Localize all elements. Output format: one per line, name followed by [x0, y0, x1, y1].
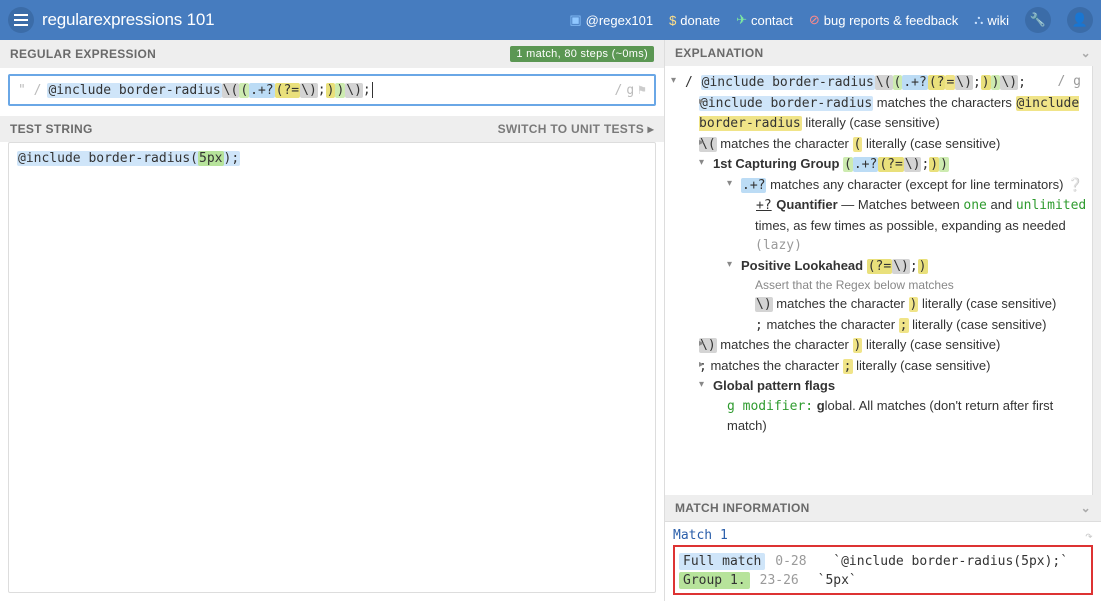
wrench-icon: 🔧	[1030, 12, 1046, 28]
hamburger-icon	[14, 14, 28, 26]
wiki-icon: ⛬	[974, 12, 983, 28]
expl-capture-group[interactable]: 1st Capturing Group (.+?(?=\);)) .+? mat…	[699, 154, 1093, 335]
expl-line: @include border-radius matches the chara…	[699, 93, 1093, 134]
user-icon: 👤	[1072, 12, 1088, 28]
dollar-icon: $	[669, 13, 676, 28]
bug-icon: ⊘	[809, 12, 820, 28]
switch-unit-tests[interactable]: SWITCH TO UNIT TESTS ▸	[498, 122, 654, 136]
menu-button[interactable]	[8, 7, 34, 33]
regex-flags[interactable]: g	[626, 83, 634, 98]
match-row: Group 1. 23-26 `5px`	[679, 572, 1087, 589]
match-results: Full match 0-28 `@include border-radius(…	[673, 545, 1093, 595]
user-button[interactable]: 👤	[1067, 7, 1093, 33]
link-twitter[interactable]: ▣@regex101	[569, 12, 653, 28]
expl-line: \) matches the character ) literally (ca…	[699, 335, 1093, 356]
expl-global-flags[interactable]: Global pattern flags g modifier: global.…	[699, 376, 1093, 436]
twitter-icon: ▣	[569, 12, 581, 28]
expl-lookahead[interactable]: Positive Lookahead (?=\);) Assert that t…	[727, 256, 1093, 336]
teststring-header: TEST STRING	[10, 122, 93, 136]
expl-line: \( matches the character ( literally (ca…	[699, 134, 1093, 155]
matchinfo-header: MATCH INFORMATION	[675, 501, 810, 515]
regex-delim: " /	[18, 83, 41, 98]
expl-dot[interactable]: .+? matches any character (except for li…	[727, 175, 1093, 256]
link-contact[interactable]: ✈contact	[736, 12, 793, 28]
caret-icon	[372, 82, 373, 98]
link-donate[interactable]: $donate	[669, 13, 720, 28]
help-icon[interactable]: ❔	[1067, 177, 1083, 192]
chevron-down-icon[interactable]: ⌄	[1081, 501, 1091, 515]
regex-flags-delim: /	[615, 83, 623, 98]
chevron-down-icon[interactable]: ⌄	[1081, 46, 1091, 60]
match-status: 1 match, 80 steps (~0ms)	[510, 46, 654, 62]
expl-line: ; matches the character ; literally (cas…	[699, 356, 1093, 377]
logo: regularexpressions 101	[42, 10, 214, 30]
explanation-header: EXPLANATION	[675, 46, 763, 60]
link-wiki[interactable]: ⛬wiki	[974, 12, 1009, 28]
link-bugs[interactable]: ⊘bug reports & feedback	[809, 12, 958, 28]
flag-icon[interactable]: ⚑	[638, 83, 646, 98]
match-title: Match 1	[673, 528, 1093, 543]
tools-button[interactable]: 🔧	[1025, 7, 1051, 33]
regex-input[interactable]: " / @include border-radius\((.+?(?=\);))…	[8, 74, 656, 106]
test-string-input[interactable]: @include border-radius(5px);	[8, 142, 656, 593]
share-icon[interactable]: ↷	[1085, 529, 1093, 544]
regex-header: REGULAR EXPRESSION	[10, 47, 156, 61]
match-row: Full match 0-28 `@include border-radius(…	[679, 553, 1087, 570]
expl-root[interactable]: / @include border-radius\((.+?(?=\);))\)…	[671, 72, 1093, 436]
send-icon: ✈	[736, 12, 747, 28]
